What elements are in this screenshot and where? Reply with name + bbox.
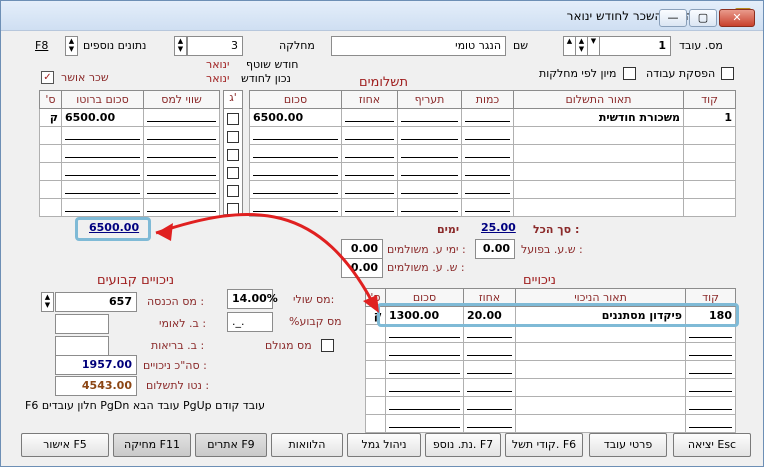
- provident-fund-button[interactable]: ניהול גמל: [347, 433, 421, 457]
- employee-details-button[interactable]: פרטי עובד: [589, 433, 667, 457]
- annotation-arrow-icon: [155, 212, 379, 313]
- exit-button[interactable]: יציאה Esc: [673, 433, 751, 457]
- extra-data-button[interactable]: נת. נוספ. F7: [425, 433, 501, 457]
- payment-codes-button[interactable]: קודי תשל. F6: [505, 433, 583, 457]
- delete-button[interactable]: מחיקה F11: [113, 433, 191, 457]
- payroll-window: $ הכנת השכר לחודש ינואר — ▢ ✕ מס. עובד 1…: [0, 0, 764, 467]
- attributes-button[interactable]: אתרים F9: [195, 433, 267, 457]
- approve-button[interactable]: אישור F5: [21, 433, 109, 457]
- loans-button[interactable]: הלוואות: [271, 433, 343, 457]
